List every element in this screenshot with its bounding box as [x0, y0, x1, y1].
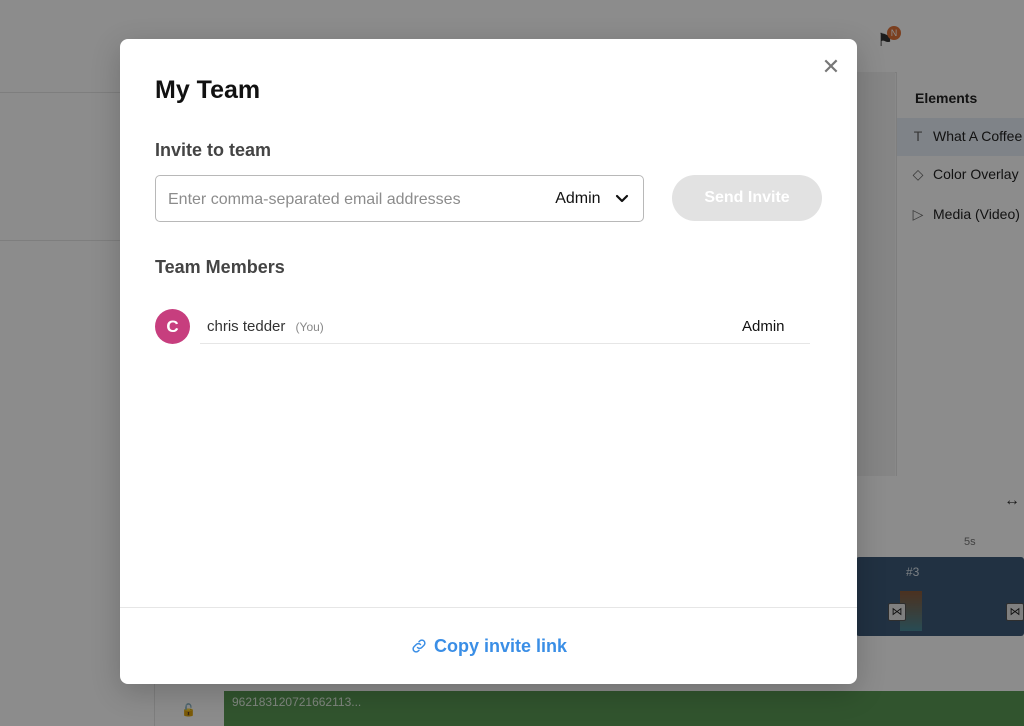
copy-invite-link-label: Copy invite link — [433, 636, 568, 656]
member-name: chris tedder — [207, 318, 286, 335]
member-name-container: chris tedder (You) — [207, 318, 324, 335]
role-dropdown[interactable]: Admin — [555, 176, 629, 221]
chevron-down-icon — [615, 194, 629, 202]
divider — [200, 343, 810, 344]
footer-divider — [120, 607, 857, 608]
members-section-title: Team Members — [155, 257, 285, 277]
close-icon[interactable]: ✕ — [819, 55, 843, 79]
dialog-title: My Team — [155, 76, 261, 104]
link-icon — [412, 639, 426, 653]
avatar: C — [155, 309, 190, 344]
you-tag: (You) — [295, 320, 324, 334]
invite-field-container: Admin — [155, 175, 644, 223]
email-input[interactable] — [166, 176, 540, 223]
invite-section-title: Invite to team — [155, 140, 272, 160]
copy-invite-link-button[interactable]: Copy invite link — [120, 636, 857, 657]
member-row: C chris tedder (You) Admin — [155, 309, 810, 345]
role-dropdown-value: Admin — [555, 190, 601, 207]
my-team-dialog: ✕ My Team Invite to team Admin Send Invi… — [120, 39, 857, 684]
send-invite-button[interactable]: Send Invite — [672, 175, 822, 221]
member-role: Admin — [742, 318, 785, 335]
